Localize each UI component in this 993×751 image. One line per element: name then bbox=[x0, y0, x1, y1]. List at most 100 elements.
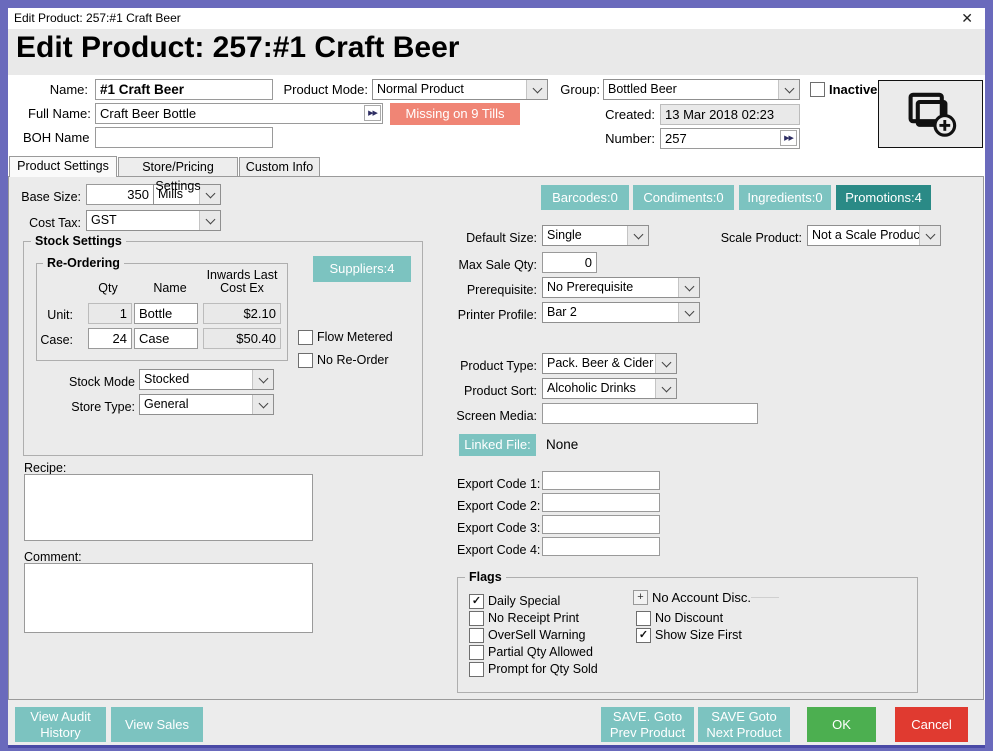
barcodes-button[interactable]: Barcodes:0 bbox=[541, 185, 629, 210]
chevron-down-icon[interactable] bbox=[199, 211, 220, 230]
ingredients-button[interactable]: Ingredients:0 bbox=[739, 185, 831, 210]
name-label: Name: bbox=[28, 80, 88, 100]
chevron-down-icon[interactable] bbox=[655, 379, 676, 398]
printer-profile-label: Printer Profile: bbox=[444, 305, 537, 325]
tab-custom-info[interactable]: Custom Info bbox=[239, 157, 320, 176]
oversell-warning-checkbox[interactable] bbox=[469, 628, 484, 643]
chevron-down-icon[interactable] bbox=[678, 303, 699, 322]
product-mode-label: Product Mode: bbox=[276, 80, 368, 100]
boh-name-input[interactable] bbox=[95, 127, 273, 148]
ok-button[interactable]: OK bbox=[807, 707, 876, 742]
product-sort-label: Product Sort: bbox=[454, 381, 537, 401]
cost-tax-label: Cost Tax: bbox=[19, 213, 81, 233]
no-discount-label: No Discount bbox=[655, 611, 723, 626]
case-qty-input[interactable] bbox=[88, 328, 132, 349]
number-input[interactable] bbox=[660, 128, 800, 149]
default-size-select[interactable]: Single bbox=[542, 225, 649, 246]
group-value: Bottled Beer bbox=[604, 80, 778, 99]
partial-qty-allowed-checkbox[interactable] bbox=[469, 645, 484, 660]
comment-textarea[interactable] bbox=[24, 563, 313, 633]
daily-special-label: Daily Special bbox=[488, 594, 560, 609]
chevron-down-icon[interactable] bbox=[199, 185, 220, 204]
base-size-input[interactable] bbox=[86, 184, 154, 205]
prompt-qty-sold-checkbox[interactable] bbox=[469, 662, 484, 677]
number-expand-button[interactable]: ▶▶ bbox=[780, 130, 797, 146]
export-code-4-label: Export Code 4: bbox=[457, 540, 539, 560]
stock-mode-value: Stocked bbox=[140, 370, 252, 389]
partial-qty-allowed-label: Partial Qty Allowed bbox=[488, 645, 593, 660]
product-type-select[interactable]: Pack. Beer & Cider bbox=[542, 353, 677, 374]
show-size-first-label: Show Size First bbox=[655, 628, 742, 643]
boh-name-label: BOH Name bbox=[23, 128, 88, 148]
default-size-label: Default Size: bbox=[459, 228, 537, 248]
printer-profile-select[interactable]: Bar 2 bbox=[542, 302, 700, 323]
chevron-down-icon[interactable] bbox=[655, 354, 676, 373]
recipe-textarea[interactable] bbox=[24, 474, 313, 541]
promotions-button[interactable]: Promotions:4 bbox=[836, 185, 931, 210]
no-reorder-checkbox[interactable] bbox=[298, 353, 313, 368]
condiments-button[interactable]: Condiments:0 bbox=[633, 185, 734, 210]
view-audit-history-button[interactable]: View Audit History bbox=[15, 707, 106, 742]
name-input[interactable] bbox=[95, 79, 273, 100]
chevron-down-icon[interactable] bbox=[678, 278, 699, 297]
prompt-qty-sold-label: Prompt for Qty Sold bbox=[488, 662, 598, 677]
store-type-select[interactable]: General bbox=[139, 394, 274, 415]
daily-special-checkbox[interactable]: ✓ bbox=[469, 594, 484, 609]
view-sales-button[interactable]: View Sales bbox=[111, 707, 203, 742]
created-label: Created: bbox=[568, 105, 655, 125]
export-code-1-input[interactable] bbox=[542, 471, 660, 490]
no-receipt-print-checkbox[interactable] bbox=[469, 611, 484, 626]
save-goto-next-button[interactable]: SAVE Goto Next Product bbox=[698, 707, 790, 742]
export-code-1-label: Export Code 1: bbox=[457, 474, 539, 494]
linked-file-button[interactable]: Linked File: bbox=[459, 434, 536, 456]
chevron-down-icon[interactable] bbox=[526, 80, 547, 99]
full-name-expand-button[interactable]: ▶▶ bbox=[364, 105, 381, 121]
chevron-down-icon[interactable] bbox=[252, 395, 273, 414]
chevron-down-icon[interactable] bbox=[778, 80, 799, 99]
flow-metered-checkbox[interactable] bbox=[298, 330, 313, 345]
export-code-4-input[interactable] bbox=[542, 537, 660, 556]
export-code-2-input[interactable] bbox=[542, 493, 660, 512]
export-code-3-input[interactable] bbox=[542, 515, 660, 534]
store-type-label: Store Type: bbox=[39, 397, 135, 417]
max-sale-qty-input[interactable] bbox=[542, 252, 597, 273]
header-band: Edit Product: 257:#1 Craft Beer bbox=[8, 29, 985, 75]
no-account-disc-expander[interactable]: + bbox=[633, 590, 648, 605]
product-type-label: Product Type: bbox=[454, 356, 537, 376]
edit-product-dialog: Edit Product: 257:#1 Craft Beer ✕ Edit P… bbox=[8, 8, 985, 748]
default-size-value: Single bbox=[543, 226, 627, 245]
case-name-input[interactable] bbox=[134, 328, 198, 349]
chevron-down-icon[interactable] bbox=[919, 226, 940, 245]
show-size-first-checkbox[interactable]: ✓ bbox=[636, 628, 651, 643]
screen-media-input[interactable] bbox=[542, 403, 758, 424]
no-discount-checkbox[interactable] bbox=[636, 611, 651, 626]
chevron-down-icon[interactable] bbox=[252, 370, 273, 389]
product-type-value: Pack. Beer & Cider bbox=[543, 354, 655, 373]
group-select[interactable]: Bottled Beer bbox=[603, 79, 800, 100]
flags-title: Flags bbox=[465, 571, 506, 584]
stock-settings-title: Stock Settings bbox=[31, 235, 126, 248]
scale-product-select[interactable]: Not a Scale Product bbox=[807, 225, 941, 246]
cost-tax-select[interactable]: GST bbox=[86, 210, 221, 231]
save-goto-prev-button[interactable]: SAVE. Goto Prev Product bbox=[601, 707, 694, 742]
scale-product-value: Not a Scale Product bbox=[808, 226, 919, 245]
full-name-input[interactable] bbox=[95, 103, 383, 124]
product-mode-select[interactable]: Normal Product bbox=[372, 79, 548, 100]
unit-name-input[interactable] bbox=[134, 303, 198, 324]
suppliers-button[interactable]: Suppliers:4 bbox=[313, 256, 411, 282]
chevron-down-icon[interactable] bbox=[627, 226, 648, 245]
inactive-checkbox[interactable] bbox=[810, 82, 825, 97]
missing-tills-button[interactable]: Missing on 9 Tills bbox=[390, 103, 520, 125]
export-code-3-label: Export Code 3: bbox=[457, 518, 539, 538]
product-sort-select[interactable]: Alcoholic Drinks bbox=[542, 378, 677, 399]
tab-store-pricing-settings[interactable]: Store/Pricing Settings bbox=[118, 157, 238, 176]
tab-product-settings[interactable]: Product Settings bbox=[9, 156, 117, 177]
prerequisite-select[interactable]: No Prerequisite bbox=[542, 277, 700, 298]
stock-mode-label: Stock Mode bbox=[39, 372, 135, 392]
cost-tax-value: GST bbox=[87, 211, 199, 230]
stock-mode-select[interactable]: Stocked bbox=[139, 369, 274, 390]
group-label: Group: bbox=[553, 80, 600, 100]
close-icon[interactable]: ✕ bbox=[961, 10, 973, 26]
cancel-button[interactable]: Cancel bbox=[895, 707, 968, 742]
duplicate-product-button[interactable] bbox=[878, 80, 983, 148]
